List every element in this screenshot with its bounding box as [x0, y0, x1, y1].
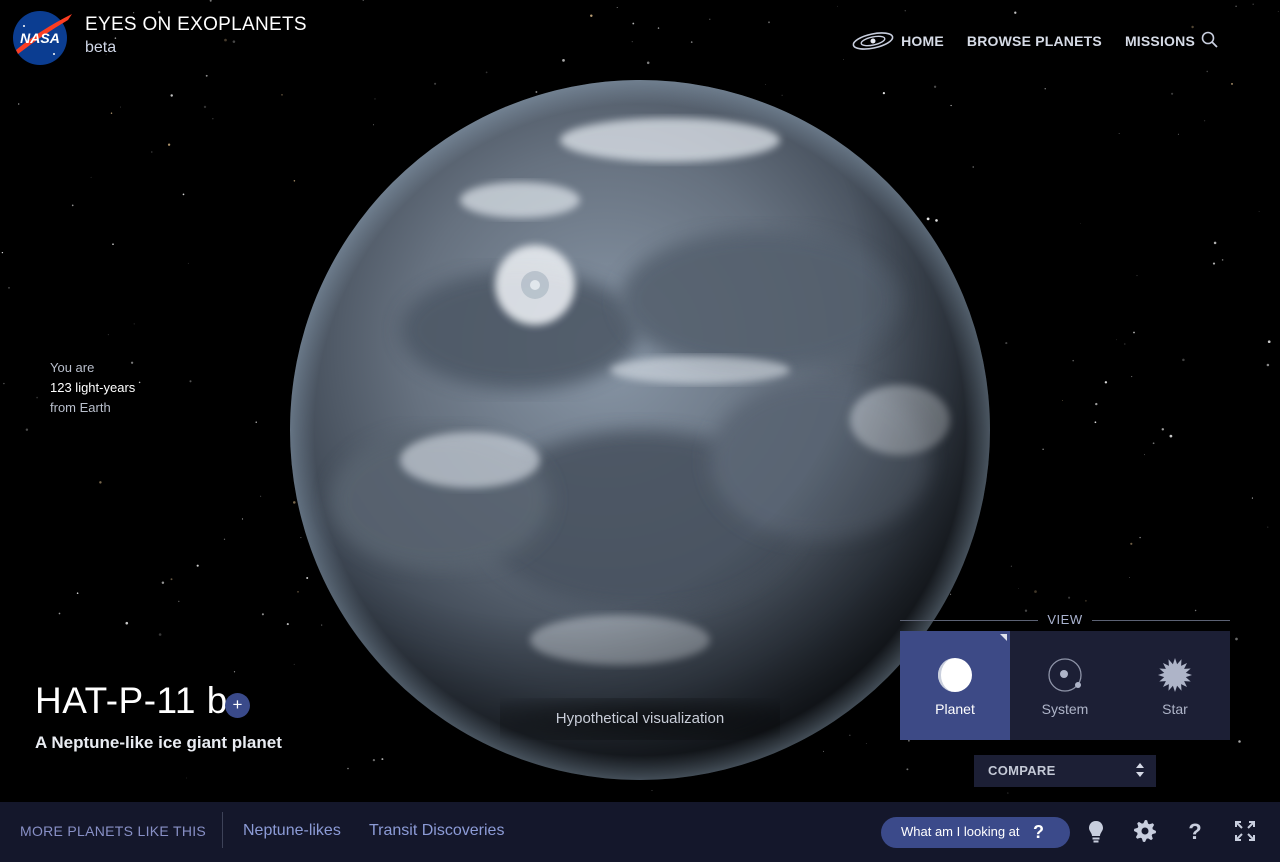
planet-description: A Neptune-like ice giant planet — [35, 733, 282, 752]
what-label: What am I looking at — [901, 824, 1020, 839]
view-header: VIEW — [900, 612, 1230, 628]
tab-star[interactable]: Star — [1120, 631, 1230, 740]
visualization-note: Hypothetical visualization — [500, 698, 780, 740]
compare-label: COMPARE — [988, 763, 1056, 778]
view-switcher: Planet System Star — [900, 631, 1230, 740]
tab-planet[interactable]: Planet — [900, 631, 1010, 740]
main-nav: HOME BROWSE PLANETS MISSIONS — [851, 30, 1218, 52]
search-icon[interactable] — [1200, 30, 1220, 50]
svg-text:NASA: NASA — [20, 30, 60, 46]
tab-system-label: System — [1041, 701, 1089, 717]
planet-sphere — [290, 80, 990, 780]
question-icon: ? — [1033, 822, 1044, 842]
tab-planet-label: Planet — [935, 701, 975, 717]
footer-divider — [222, 812, 223, 848]
svg-text:?: ? — [1188, 819, 1201, 843]
view-title: VIEW — [1047, 612, 1083, 627]
nasa-logo[interactable]: NASA — [10, 10, 74, 66]
nav-home[interactable]: HOME — [901, 33, 944, 49]
system-icon — [1048, 658, 1082, 692]
help-icon[interactable]: ? — [1183, 819, 1207, 843]
tab-system[interactable]: System — [1010, 631, 1120, 740]
sort-arrows-icon — [1136, 763, 1144, 777]
distance-line-1: You are — [50, 360, 95, 375]
corner-indicator-icon — [1000, 634, 1007, 641]
link-neptune-likes[interactable]: Neptune-likes — [243, 822, 341, 840]
gear-icon[interactable] — [1133, 819, 1157, 843]
tab-star-label: Star — [1162, 701, 1188, 717]
add-planet-button[interactable]: + — [225, 693, 250, 718]
app-title[interactable]: EYES ON EXOPLANETS — [85, 14, 307, 36]
galaxy-icon[interactable] — [851, 30, 895, 52]
link-transit-discoveries[interactable]: Transit Discoveries — [369, 822, 504, 840]
distance-value: 123 light-years — [50, 380, 136, 395]
distance-line-3: from Earth — [50, 400, 111, 415]
more-planets-label: MORE PLANETS LIKE THIS — [20, 823, 207, 839]
app-subtitle: beta — [85, 39, 117, 56]
planet-icon — [938, 658, 972, 692]
star-icon — [1158, 658, 1192, 692]
lightbulb-icon[interactable] — [1084, 819, 1108, 843]
footer-bar: MORE PLANETS LIKE THIS Neptune-likes Tra… — [0, 802, 1280, 862]
fullscreen-icon[interactable] — [1233, 819, 1257, 843]
nav-browse-planets[interactable]: BROWSE PLANETS — [967, 33, 1102, 49]
planet-name: HAT-P-11 b — [35, 680, 228, 721]
distance-readout: You are 123 light-years from Earth — [50, 358, 135, 418]
nav-missions[interactable]: MISSIONS — [1125, 33, 1195, 49]
what-am-i-looking-at-button[interactable]: What am I looking at ? — [881, 817, 1070, 848]
compare-dropdown[interactable]: COMPARE — [974, 755, 1156, 787]
